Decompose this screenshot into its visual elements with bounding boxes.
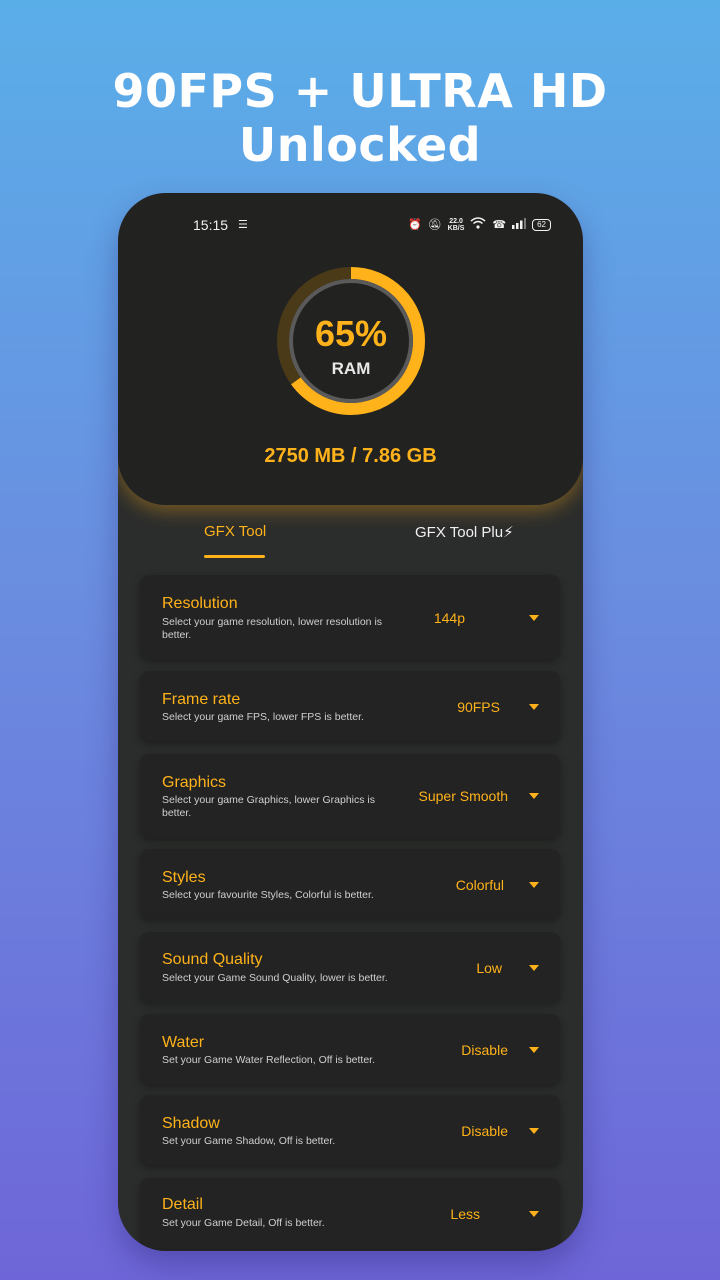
- setting-title: Sound Quality: [162, 951, 263, 968]
- chevron-down-icon[interactable]: [529, 1211, 539, 1217]
- setting-desc: Set your Game Shadow, Off is better.: [162, 1135, 336, 1147]
- tab-gfx-tool[interactable]: GFX Tool: [204, 523, 266, 540]
- network-speed: 22.0 KB/S: [448, 218, 465, 232]
- setting-value[interactable]: 90FPS: [457, 699, 500, 715]
- setting-graphics[interactable]: Graphics Select your game Graphics, lowe…: [140, 754, 560, 838]
- setting-title: Frame rate: [162, 691, 241, 708]
- battery-indicator: 62: [532, 218, 552, 231]
- ram-usage: 2750 MB / 7.86 GB: [264, 445, 437, 467]
- setting-title: Water: [162, 1034, 205, 1051]
- setting-value[interactable]: Low: [476, 960, 502, 976]
- setting-water[interactable]: Water Set your Game Water Reflection, Of…: [140, 1014, 560, 1084]
- setting-value[interactable]: Super Smooth: [419, 788, 509, 804]
- setting-desc: Select your Game Sound Quality, lower is…: [162, 972, 388, 984]
- ram-percent: 65%: [314, 313, 388, 354]
- setting-styles[interactable]: Styles Select your favourite Styles, Col…: [140, 849, 560, 919]
- setting-title: Shadow: [162, 1115, 220, 1132]
- ram-label: RAM: [331, 359, 371, 378]
- phone-frame: 15:15 ☰ ⏰ 🔕︎ 22.0 KB/S ☎︎ 62 65% RAM 275…: [118, 193, 583, 1251]
- setting-detail[interactable]: Detail Set your Game Detail, Off is bett…: [140, 1178, 560, 1248]
- setting-desc: Set your Game Detail, Off is better.: [162, 1217, 325, 1229]
- tab-active-indicator: [204, 555, 265, 558]
- setting-value[interactable]: Colorful: [456, 877, 504, 893]
- chevron-down-icon[interactable]: [529, 615, 539, 621]
- setting-desc: Select your game FPS, lower FPS is bette…: [162, 711, 364, 723]
- chevron-down-icon[interactable]: [529, 1128, 539, 1134]
- setting-title: Detail: [162, 1196, 203, 1213]
- chevron-down-icon[interactable]: [529, 882, 539, 888]
- setting-desc: Select your game resolution, lower resol…: [162, 616, 383, 641]
- signal-icon: [512, 217, 527, 232]
- setting-value[interactable]: 144p: [434, 610, 465, 626]
- alarm-icon: ⏰: [408, 219, 422, 231]
- setting-title: Resolution: [162, 595, 238, 612]
- setting-title: Graphics: [162, 774, 227, 791]
- call-icon: ☎︎: [492, 219, 507, 231]
- wifi-icon: [470, 217, 486, 232]
- status-icons: ⏰ 🔕︎ 22.0 KB/S ☎︎ 62: [408, 217, 552, 232]
- setting-value[interactable]: Disable: [461, 1042, 508, 1058]
- setting-sound-quality[interactable]: Sound Quality Select your Game Sound Qua…: [140, 932, 560, 1002]
- promo-headline: 90FPS + ULTRA HD Unlocked: [112, 64, 608, 172]
- setting-desc: Set your Game Water Reflection, Off is b…: [162, 1054, 376, 1066]
- notification-icon: ☰: [238, 219, 248, 231]
- network-speed-value: 22.0: [449, 217, 463, 225]
- chevron-down-icon[interactable]: [529, 1047, 539, 1053]
- chevron-down-icon[interactable]: [529, 793, 539, 799]
- setting-value[interactable]: Less: [450, 1206, 480, 1222]
- chevron-down-icon[interactable]: [529, 965, 539, 971]
- status-time: 15:15: [193, 217, 229, 233]
- setting-resolution[interactable]: Resolution Select your game resolution, …: [140, 575, 560, 659]
- mute-icon: 🔕︎: [427, 219, 442, 231]
- status-bar: 15:15 ☰ ⏰ 🔕︎ 22.0 KB/S ☎︎ 62: [118, 215, 583, 235]
- setting-frame-rate[interactable]: Frame rate Select your game FPS, lower F…: [140, 671, 560, 741]
- tab-gfx-tool-plus[interactable]: GFX Tool Plu⚡: [415, 523, 514, 541]
- chevron-down-icon[interactable]: [529, 704, 539, 710]
- setting-title: Styles: [162, 869, 206, 886]
- setting-shadow[interactable]: Shadow Set your Game Shadow, Off is bett…: [140, 1095, 560, 1165]
- setting-desc: Select your favourite Styles, Colorful i…: [162, 889, 374, 901]
- network-speed-unit: KB/S: [447, 224, 465, 232]
- setting-desc: Select your game Graphics, lower Graphic…: [162, 794, 375, 819]
- ram-panel: 15:15 ☰ ⏰ 🔕︎ 22.0 KB/S ☎︎ 62 65% RAM 275…: [118, 193, 583, 505]
- setting-value[interactable]: Disable: [461, 1123, 508, 1139]
